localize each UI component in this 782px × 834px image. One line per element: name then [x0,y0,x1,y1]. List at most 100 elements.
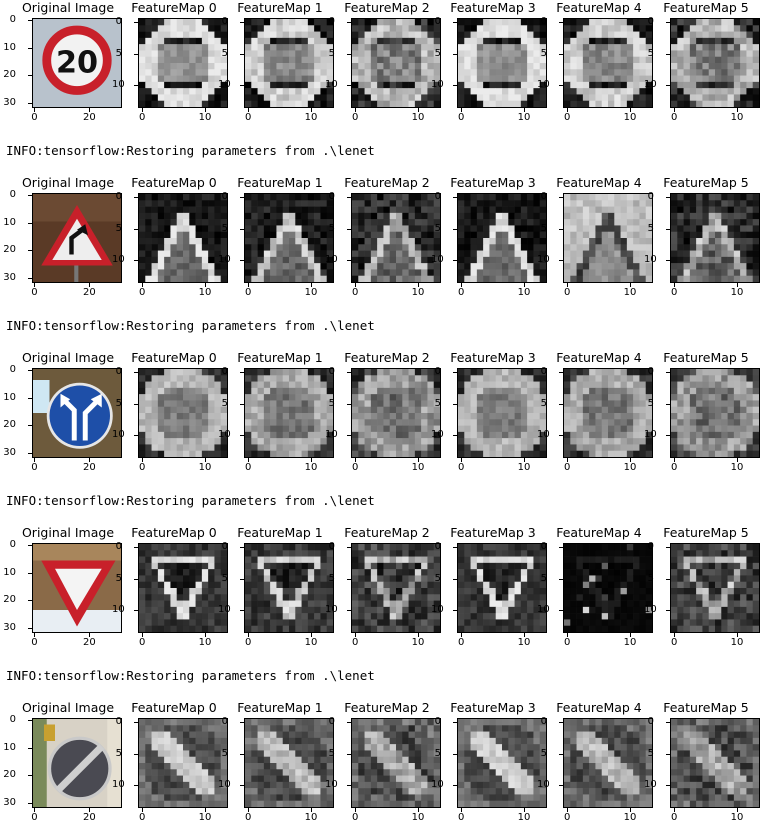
y-tick-mark [559,53,563,55]
y-tick-label: 5 [434,747,441,759]
y-tick-mark [28,277,32,279]
y-tick-mark [453,228,457,230]
x-tick-mark [737,633,738,637]
x-tick-mark [737,808,738,812]
y-tick-mark [134,22,138,24]
y-tick-mark [240,372,244,374]
y-tick-label: 10 [325,79,338,90]
x-tick-mark [311,458,312,462]
x-tick-mark [461,108,463,112]
x-tick-label: 0 [31,637,38,648]
y-tick-mark [347,53,351,55]
log-line: INFO:tensorflow:Restoring parameters fro… [6,318,375,333]
y-tick-mark [559,547,563,549]
y-tick-label: 0 [647,716,654,728]
y-tick-label: 0 [540,366,547,378]
y-tick-mark [240,53,244,55]
y-tick-label: 10 [325,604,338,615]
x-tick-mark [205,108,206,112]
x-tick-mark [674,108,676,112]
y-tick-label: 10 [112,79,125,90]
feature-map-title: FeatureMap 2 [344,525,430,540]
y-tick-mark [240,197,244,199]
y-tick-mark [453,547,457,549]
y-tick-label: 0 [115,191,122,203]
x-tick-label: 0 [563,462,571,473]
x-tick-mark [355,808,357,812]
y-tick-mark [347,85,351,86]
log-line: INFO:tensorflow:Restoring parameters fro… [6,493,375,508]
feature-map-title: FeatureMap 4 [556,175,642,190]
x-tick-mark [630,633,631,637]
feature-map-image [670,368,760,458]
x-tick-label: 0 [31,287,38,298]
feature-map-title: FeatureMap 3 [450,0,536,15]
x-tick-label: 0 [351,637,359,648]
y-tick-label: 0 [647,541,654,553]
y-tick-mark [666,722,670,724]
y-tick-mark [134,722,138,724]
x-tick-mark [567,458,569,462]
x-tick-mark [567,283,569,287]
x-tick-label: 0 [138,287,146,298]
y-tick-label: 10 [218,254,231,265]
y-tick-label: 5 [540,572,547,584]
x-tick-mark [461,283,463,287]
x-tick-label: 0 [351,812,359,823]
y-tick-label: 10 [112,429,125,440]
x-tick-label: 10 [411,287,425,298]
feature-map-image [351,718,441,808]
y-tick-mark [347,722,351,724]
x-tick-mark [418,283,419,287]
feature-map-panel: FeatureMap 5 0 5 10 0 10 [644,175,760,305]
x-tick-label: 10 [623,637,637,648]
y-tick-mark [666,260,670,261]
y-tick-mark [240,435,244,436]
log-line: INFO:tensorflow:Restoring parameters fro… [6,143,375,158]
feature-map-panel: FeatureMap 2 0 5 10 0 10 [325,525,441,655]
y-tick-label: 5 [328,397,335,409]
y-tick-mark [347,578,351,580]
y-tick-mark [559,85,563,86]
y-tick-label: 10 [431,254,444,265]
feature-map-panel: FeatureMap 4 0 5 10 0 10 [537,525,653,655]
x-tick-label: 10 [730,462,744,473]
original-image-title: Original Image [21,175,115,190]
feature-map-image [670,543,760,633]
feature-map-panel: FeatureMap 1 0 5 10 0 10 [218,350,334,480]
y-tick-mark [240,85,244,86]
feature-map-panel: FeatureMap 0 0 5 10 0 10 [112,700,228,830]
y-tick-mark [666,228,670,230]
y-tick-label: 5 [115,397,122,409]
log-line: INFO:tensorflow:Restoring parameters fro… [6,668,375,683]
y-tick-label: 0 [9,539,16,551]
x-tick-mark [418,808,419,812]
feature-map-panel: FeatureMap 5 0 5 10 0 10 [644,0,760,130]
y-tick-mark [666,547,670,549]
y-tick-mark [453,578,457,580]
x-tick-label: 0 [244,112,252,123]
y-tick-label: 10 [431,429,444,440]
y-tick-label: 10 [325,779,338,790]
y-tick-mark [666,785,670,786]
y-tick-mark [453,435,457,436]
feature-map-title: FeatureMap 0 [131,0,217,15]
figure-row: Original Image 0 10 20 30 0 20 FeatureMap 0 0 5 10… [0,525,782,655]
original-image-panel: Original Image 0 10 20 30 0 20 [3,525,122,655]
x-tick-label: 10 [623,287,637,298]
x-tick-label: 0 [244,462,252,473]
x-tick-mark [524,633,525,637]
y-tick-label: 5 [647,47,654,59]
y-tick-mark [240,722,244,724]
y-tick-mark [134,53,138,55]
x-tick-mark [89,808,91,812]
y-tick-label: 0 [540,16,547,28]
y-tick-mark [666,578,670,580]
y-tick-label: 0 [434,366,441,378]
x-tick-label: 0 [138,637,146,648]
y-tick-label: 0 [540,716,547,728]
feature-map-image [670,193,760,283]
y-tick-label: 5 [115,222,122,234]
y-tick-label: 0 [647,366,654,378]
y-tick-label: 5 [434,47,441,59]
